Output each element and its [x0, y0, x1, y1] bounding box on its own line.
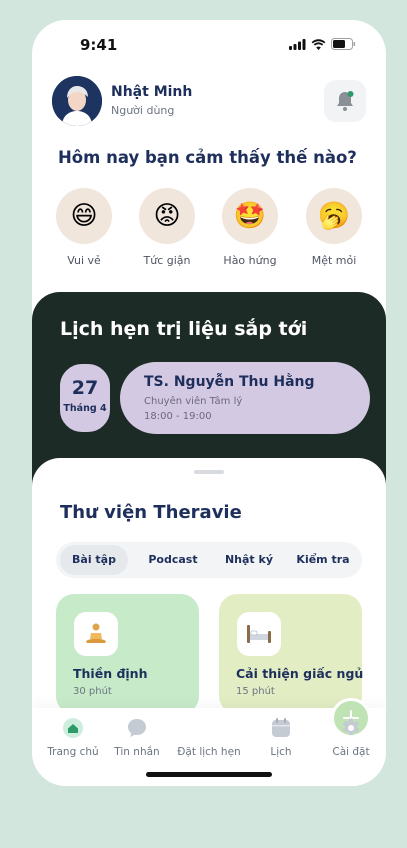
gear-icon: [339, 716, 363, 740]
appointment-card[interactable]: TS. Nguyễn Thu Hằng Chuyên viên Tâm lý 1…: [120, 362, 370, 434]
mood-selector: 😄 Vui vẻ 😡 Tức giận 🤩 Hào hứng 🥱 Mệt mỏi: [52, 188, 370, 272]
mood-angry[interactable]: 😡 Tức giận: [135, 188, 199, 267]
home-indicator[interactable]: [146, 772, 272, 777]
card-duration: 30 phút: [73, 686, 112, 697]
bottom-navigation: Trang chủ Tin nhắn Đặt lịch hẹn Lịch Cài…: [32, 698, 386, 786]
status-bar: 9:41: [32, 20, 386, 70]
sheet-grabber[interactable]: [194, 470, 224, 474]
nav-home[interactable]: Trang chủ: [38, 716, 108, 758]
signal-icon: [289, 38, 306, 50]
doctor-name: TS. Nguyễn Thu Hằng: [144, 374, 315, 390]
card-title: Thiền định: [73, 666, 148, 681]
tab-test[interactable]: Kiểm tra: [286, 545, 360, 575]
library-title: Thư viện Theravie: [60, 502, 242, 523]
status-icons: [289, 38, 356, 50]
mood-question: Hôm nay bạn cảm thấy thế nào?: [58, 148, 357, 167]
avatar-illustration: [52, 76, 102, 126]
mood-excited[interactable]: 🤩 Hào hứng: [218, 188, 282, 267]
happy-emoji-icon: 😄: [56, 188, 112, 244]
status-time: 9:41: [80, 36, 118, 54]
calendar-icon: [269, 716, 293, 740]
nav-settings[interactable]: Cài đặt: [316, 716, 386, 758]
mood-label: Vui vẻ: [67, 254, 101, 267]
library-card-sleep[interactable]: Cải thiện giấc ngủ 15 phút: [219, 594, 364, 714]
tab-exercises[interactable]: Bài tập: [60, 545, 128, 575]
chat-icon: [125, 716, 149, 740]
header: Nhật Minh Người dùng: [52, 76, 366, 128]
mood-tired[interactable]: 🥱 Mệt mỏi: [302, 188, 366, 267]
notification-button[interactable]: [324, 80, 366, 122]
phone-screen: 9:41 Nhật Minh Người dùng Hôm nay bạn cả…: [32, 20, 386, 786]
nav-label: Tin nhắn: [114, 746, 160, 758]
nav-calendar[interactable]: Lịch: [246, 716, 316, 758]
appointment-time: 18:00 - 19:00: [144, 411, 212, 422]
wifi-icon: [311, 38, 326, 50]
nav-label: Trang chủ: [47, 746, 99, 758]
nav-label: Đặt lịch hẹn: [177, 746, 241, 758]
bed-icon: [237, 612, 281, 656]
card-duration: 15 phút: [236, 686, 275, 697]
nav-messages[interactable]: Tin nhắn: [102, 716, 172, 758]
tab-podcast[interactable]: Podcast: [136, 545, 210, 575]
user-role: Người dùng: [111, 104, 175, 117]
appointment-title: Lịch hẹn trị liệu sắp tới: [60, 318, 308, 340]
avatar[interactable]: [52, 76, 102, 126]
mood-label: Hào hứng: [223, 254, 277, 267]
mood-label: Tức giận: [143, 254, 191, 267]
nav-book-appointment[interactable]: Đặt lịch hẹn: [174, 698, 371, 758]
meditation-icon: [74, 612, 118, 656]
bell-icon: [337, 91, 354, 111]
star-struck-emoji-icon: 🤩: [222, 188, 278, 244]
library-card-meditation[interactable]: Thiền định 30 phút: [56, 594, 199, 714]
tab-journal[interactable]: Nhật ký: [214, 545, 284, 575]
doctor-role: Chuyên viên Tâm lý: [144, 396, 243, 407]
nav-label: Lịch: [270, 746, 292, 758]
mood-happy[interactable]: 😄 Vui vẻ: [52, 188, 116, 267]
user-name: Nhật Minh: [111, 84, 193, 100]
battery-icon: [331, 38, 356, 50]
appointment-month: Tháng 4: [63, 403, 107, 414]
appointment-day: 27: [71, 377, 99, 399]
home-icon: [61, 716, 85, 740]
card-title: Cải thiện giấc ngủ: [236, 666, 364, 681]
yawning-emoji-icon: 🥱: [306, 188, 362, 244]
library-tabs: Bài tập Podcast Nhật ký Kiểm tra: [56, 542, 362, 578]
nav-label: Cài đặt: [332, 746, 370, 758]
appointment-date[interactable]: 27 Tháng 4: [58, 362, 112, 434]
mood-label: Mệt mỏi: [311, 254, 357, 267]
angry-emoji-icon: 😡: [139, 188, 195, 244]
